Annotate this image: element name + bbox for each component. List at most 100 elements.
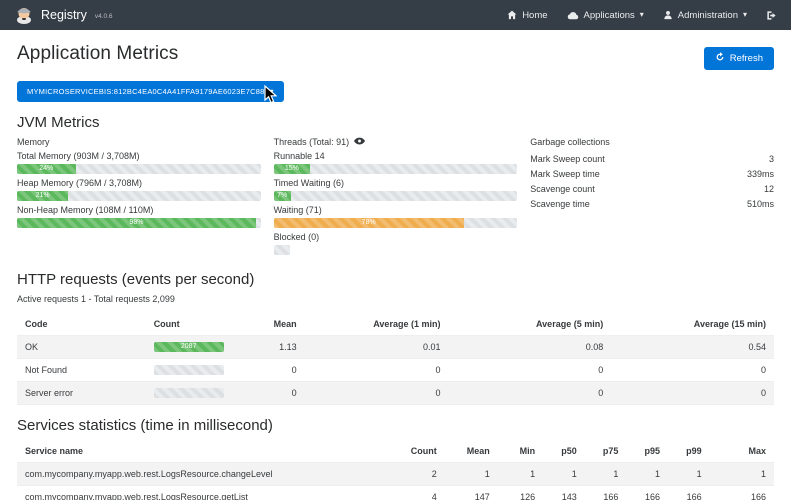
http-count-cell	[146, 382, 252, 405]
timed-waiting-label: Timed Waiting (6)	[274, 178, 518, 188]
table-row: Not Found 0 0 0 0	[17, 359, 774, 382]
col-header-avg15: Average (15 min)	[611, 313, 774, 336]
http-requests-title: HTTP requests (events per second)	[17, 271, 774, 288]
administration-icon	[663, 10, 673, 20]
service-max: 166	[710, 486, 774, 500]
nonheap-memory-progressbar: 98%	[17, 218, 261, 228]
blocked-label: Blocked (0)	[274, 232, 518, 242]
nav-item-signout[interactable]	[766, 10, 777, 21]
navbar: Registry v4.0.6 Home Applications ▾	[0, 0, 791, 30]
total-memory-progressbar: 24%	[17, 164, 261, 174]
service-p50: 1	[543, 463, 585, 486]
http-mean: 0	[252, 382, 305, 405]
nav-item-administration[interactable]: Administration ▾	[663, 10, 747, 21]
http-code: Not Found	[17, 359, 146, 382]
http-requests-subtitle: Active requests 1 - Total requests 2,099	[17, 294, 774, 304]
refresh-label: Refresh	[730, 53, 763, 64]
nonheap-memory-label: Non-Heap Memory (108M / 110M)	[17, 205, 261, 215]
gc-column: Garbage collections Mark Sweep count 3 M…	[530, 137, 774, 259]
col-header-p75: p75	[585, 440, 627, 463]
http-avg15: 0	[611, 382, 774, 405]
caret-down-icon: ▾	[640, 11, 644, 19]
services-table-header-row: Service name Count Mean Min p50 p75 p95 …	[17, 440, 774, 463]
nav-item-applications[interactable]: Applications ▾	[567, 10, 644, 21]
service-p99: 1	[668, 463, 710, 486]
nav-item-applications-label: Applications	[584, 10, 635, 21]
http-avg5: 0	[448, 382, 611, 405]
jhipster-mascot-icon	[14, 4, 34, 26]
http-table-header-row: Code Count Mean Average (1 min) Average …	[17, 313, 774, 336]
sign-out-icon	[766, 10, 777, 21]
col-header-service-name: Service name	[17, 440, 396, 463]
http-code: Server error	[17, 382, 146, 405]
runnable-label: Runnable 14	[274, 151, 518, 161]
instance-name: MYMICROSERVICEBIS:812BC4EA0C4A41FFA9179A…	[27, 87, 264, 96]
threads-column: Threads (Total: 91) Runnable 14 15% Time…	[274, 137, 518, 259]
home-icon	[507, 10, 517, 20]
eye-icon[interactable]	[354, 137, 365, 147]
blocked-progressbar	[274, 245, 290, 255]
col-header-mean: Mean	[445, 440, 498, 463]
gc-row: Mark Sweep count 3	[530, 151, 774, 166]
count-progressbar: 2087	[154, 342, 224, 352]
nav-item-home[interactable]: Home	[507, 10, 547, 21]
brand[interactable]: Registry v4.0.6	[14, 4, 113, 26]
progress-fill: 7%	[274, 191, 291, 201]
gc-row: Scavenge time 510ms	[530, 196, 774, 211]
service-p95: 1	[626, 463, 668, 486]
refresh-button[interactable]: Refresh	[704, 47, 774, 70]
http-requests-table: Code Count Mean Average (1 min) Average …	[17, 313, 774, 405]
http-mean: 0	[252, 359, 305, 382]
caret-down-icon: ▾	[743, 11, 747, 19]
gc-row: Scavenge count 12	[530, 181, 774, 196]
memory-title: Memory	[17, 137, 50, 147]
applications-icon	[567, 11, 579, 20]
service-p75: 1	[585, 463, 627, 486]
progress-fill: 24%	[17, 164, 76, 174]
jvm-metrics-grid: Memory Total Memory (903M / 3,708M) 24% …	[17, 137, 774, 259]
main-content: Application Metrics Refresh MYMICROSERVI…	[0, 43, 791, 500]
table-row: com.mycompany.myapp.web.rest.LogsResourc…	[17, 486, 774, 500]
service-p50: 143	[543, 486, 585, 500]
gc-label: Scavenge count	[530, 184, 595, 194]
table-row: Server error 0 0 0 0	[17, 382, 774, 405]
progress-fill: 21%	[17, 191, 68, 201]
service-name: com.mycompany.myapp.web.rest.LogsResourc…	[17, 486, 396, 500]
http-avg1: 0	[305, 382, 449, 405]
col-header-max: Max	[710, 440, 774, 463]
col-header-p50: p50	[543, 440, 585, 463]
services-statistics-table: Service name Count Mean Min p50 p75 p95 …	[17, 440, 774, 500]
page-title: Application Metrics	[17, 43, 178, 65]
table-row: com.mycompany.myapp.web.rest.LogsResourc…	[17, 463, 774, 486]
http-avg5: 0.08	[448, 336, 611, 359]
instance-selector-dropdown[interactable]: MYMICROSERVICEBIS:812BC4EA0C4A41FFA9179A…	[17, 81, 284, 102]
http-mean: 1.13	[252, 336, 305, 359]
progress-fill: 78%	[274, 218, 464, 228]
services-statistics-title: Services statistics (time in millisecond…	[17, 417, 774, 434]
progress-fill: 98%	[17, 218, 256, 228]
table-row: OK 2087 1.13 0.01 0.08 0.54	[17, 336, 774, 359]
http-avg5: 0	[448, 359, 611, 382]
waiting-progressbar: 78%	[274, 218, 518, 228]
col-header-code: Code	[17, 313, 146, 336]
progress-fill: 2087	[154, 342, 224, 352]
waiting-label: Waiting (71)	[274, 205, 518, 215]
http-avg15: 0	[611, 359, 774, 382]
threads-title: Threads (Total: 91)	[274, 137, 350, 147]
memory-column: Memory Total Memory (903M / 3,708M) 24% …	[17, 137, 261, 259]
progress-fill: 15%	[274, 164, 311, 174]
gc-row: Mark Sweep time 339ms	[530, 166, 774, 181]
brand-name: Registry	[41, 8, 87, 22]
service-p95: 166	[626, 486, 668, 500]
http-count-cell	[146, 359, 252, 382]
gc-title: Garbage collections	[530, 137, 610, 147]
http-count-cell: 2087	[146, 336, 252, 359]
count-progressbar	[154, 365, 224, 375]
http-avg1: 0.01	[305, 336, 449, 359]
gc-value: 510ms	[747, 199, 774, 209]
service-count: 2	[396, 463, 445, 486]
service-mean: 1	[445, 463, 498, 486]
gc-label: Mark Sweep count	[530, 154, 605, 164]
gc-value: 339ms	[747, 169, 774, 179]
nav-item-home-label: Home	[522, 10, 547, 21]
